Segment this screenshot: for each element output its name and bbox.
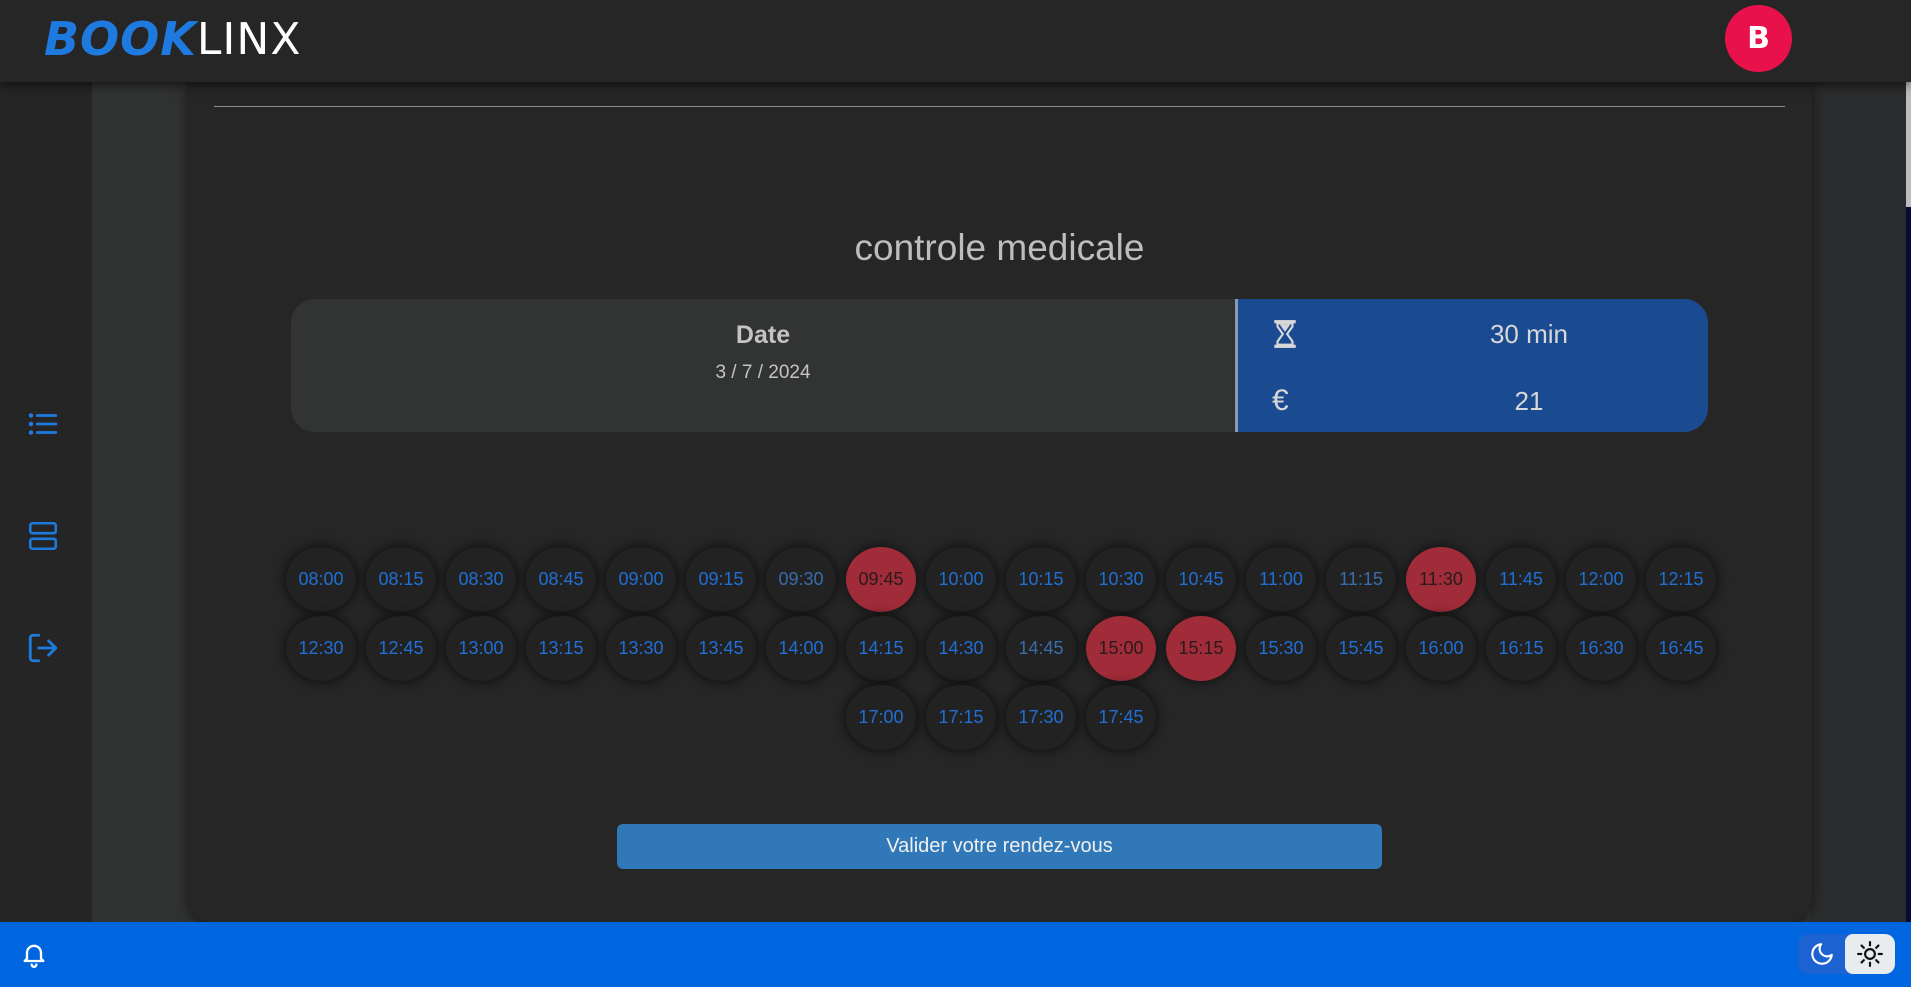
time-slot[interactable]: 15:30 [1246, 616, 1316, 681]
time-slot[interactable]: 15:15 [1166, 616, 1236, 681]
time-slot[interactable]: 15:00 [1086, 616, 1156, 681]
time-slot[interactable]: 12:00 [1566, 547, 1636, 612]
date-value: 3 / 7 / 2024 [715, 362, 811, 383]
time-slot[interactable]: 11:30 [1406, 547, 1476, 612]
booking-panel: controle medicale Date 3 / 7 / 2024 30 m… [187, 82, 1812, 924]
time-slot[interactable]: 10:45 [1166, 547, 1236, 612]
time-slot[interactable]: 17:45 [1086, 685, 1156, 750]
time-slot[interactable]: 12:30 [286, 616, 356, 681]
time-slot[interactable]: 08:00 [286, 547, 356, 612]
bottom-bar [0, 922, 1911, 987]
time-slot[interactable]: 08:30 [446, 547, 516, 612]
time-slot[interactable]: 11:45 [1486, 547, 1556, 612]
brand-logo[interactable]: BOOK LINX [44, 12, 302, 66]
sidebar [0, 82, 92, 922]
price-row: € 21 [1238, 381, 1708, 421]
duration-value: 30 min [1489, 318, 1569, 349]
time-slot[interactable]: 10:15 [1006, 547, 1076, 612]
time-slot[interactable]: 15:45 [1326, 616, 1396, 681]
server-rows-icon[interactable] [26, 519, 60, 553]
time-slot[interactable]: 08:15 [366, 547, 436, 612]
euro-icon: € [1272, 384, 1289, 417]
date-label: Date [735, 321, 791, 349]
time-slot[interactable]: 13:15 [526, 616, 596, 681]
moon-icon[interactable] [1798, 934, 1845, 974]
time-slot[interactable]: 14:15 [846, 616, 916, 681]
brand-part-2: LINX [196, 13, 302, 65]
time-slot[interactable]: 13:45 [686, 616, 756, 681]
brand-part-1: BOOK [44, 12, 197, 66]
top-bar: BOOK LINX B [0, 0, 1911, 82]
time-slot[interactable]: 16:30 [1566, 616, 1636, 681]
time-slot[interactable]: 10:30 [1086, 547, 1156, 612]
list-icon[interactable] [26, 407, 60, 441]
time-slot[interactable]: 14:45 [1006, 616, 1076, 681]
time-slot[interactable]: 16:00 [1406, 616, 1476, 681]
time-slot[interactable]: 08:45 [526, 547, 596, 612]
time-slot[interactable]: 09:00 [606, 547, 676, 612]
time-slot[interactable]: 17:30 [1006, 685, 1076, 750]
duration-price-box: 30 min € 21 [1235, 299, 1708, 432]
duration-row: 30 min [1238, 314, 1708, 354]
logout-icon[interactable] [26, 631, 60, 665]
time-slot[interactable]: 16:15 [1486, 616, 1556, 681]
service-info-card: Date 3 / 7 / 2024 30 min € 21 [291, 299, 1708, 432]
avatar-initial: B [1747, 21, 1770, 56]
validate-appointment-button[interactable]: Valider votre rendez-vous [617, 824, 1382, 869]
time-slot[interactable]: 09:30 [766, 547, 836, 612]
time-slot[interactable]: 16:45 [1646, 616, 1716, 681]
time-slot[interactable]: 17:15 [926, 685, 996, 750]
date-box: Date 3 / 7 / 2024 [291, 299, 1235, 432]
time-slot[interactable]: 12:15 [1646, 547, 1716, 612]
time-slot[interactable]: 12:45 [366, 616, 436, 681]
time-slot[interactable]: 11:00 [1246, 547, 1316, 612]
time-slot[interactable]: 13:30 [606, 616, 676, 681]
theme-toggle[interactable] [1798, 934, 1895, 974]
service-title: controle medicale [854, 227, 1145, 268]
time-slot[interactable]: 17:00 [846, 685, 916, 750]
time-slot[interactable]: 14:30 [926, 616, 996, 681]
sun-icon[interactable] [1845, 934, 1895, 974]
time-slot[interactable]: 10:00 [926, 547, 996, 612]
time-slot[interactable]: 14:00 [766, 616, 836, 681]
scrollbar-thumb[interactable] [1906, 82, 1911, 207]
hourglass-icon [1272, 319, 1298, 349]
time-slot[interactable]: 09:45 [846, 547, 916, 612]
scrollbar-track[interactable] [1906, 82, 1911, 922]
user-avatar[interactable]: B [1725, 5, 1792, 72]
bell-icon[interactable] [20, 939, 48, 969]
divider [214, 106, 1785, 107]
time-slot[interactable]: 09:15 [686, 547, 756, 612]
time-slot[interactable]: 13:00 [446, 616, 516, 681]
price-value: 21 [1514, 385, 1544, 416]
time-slot[interactable]: 11:15 [1326, 547, 1396, 612]
